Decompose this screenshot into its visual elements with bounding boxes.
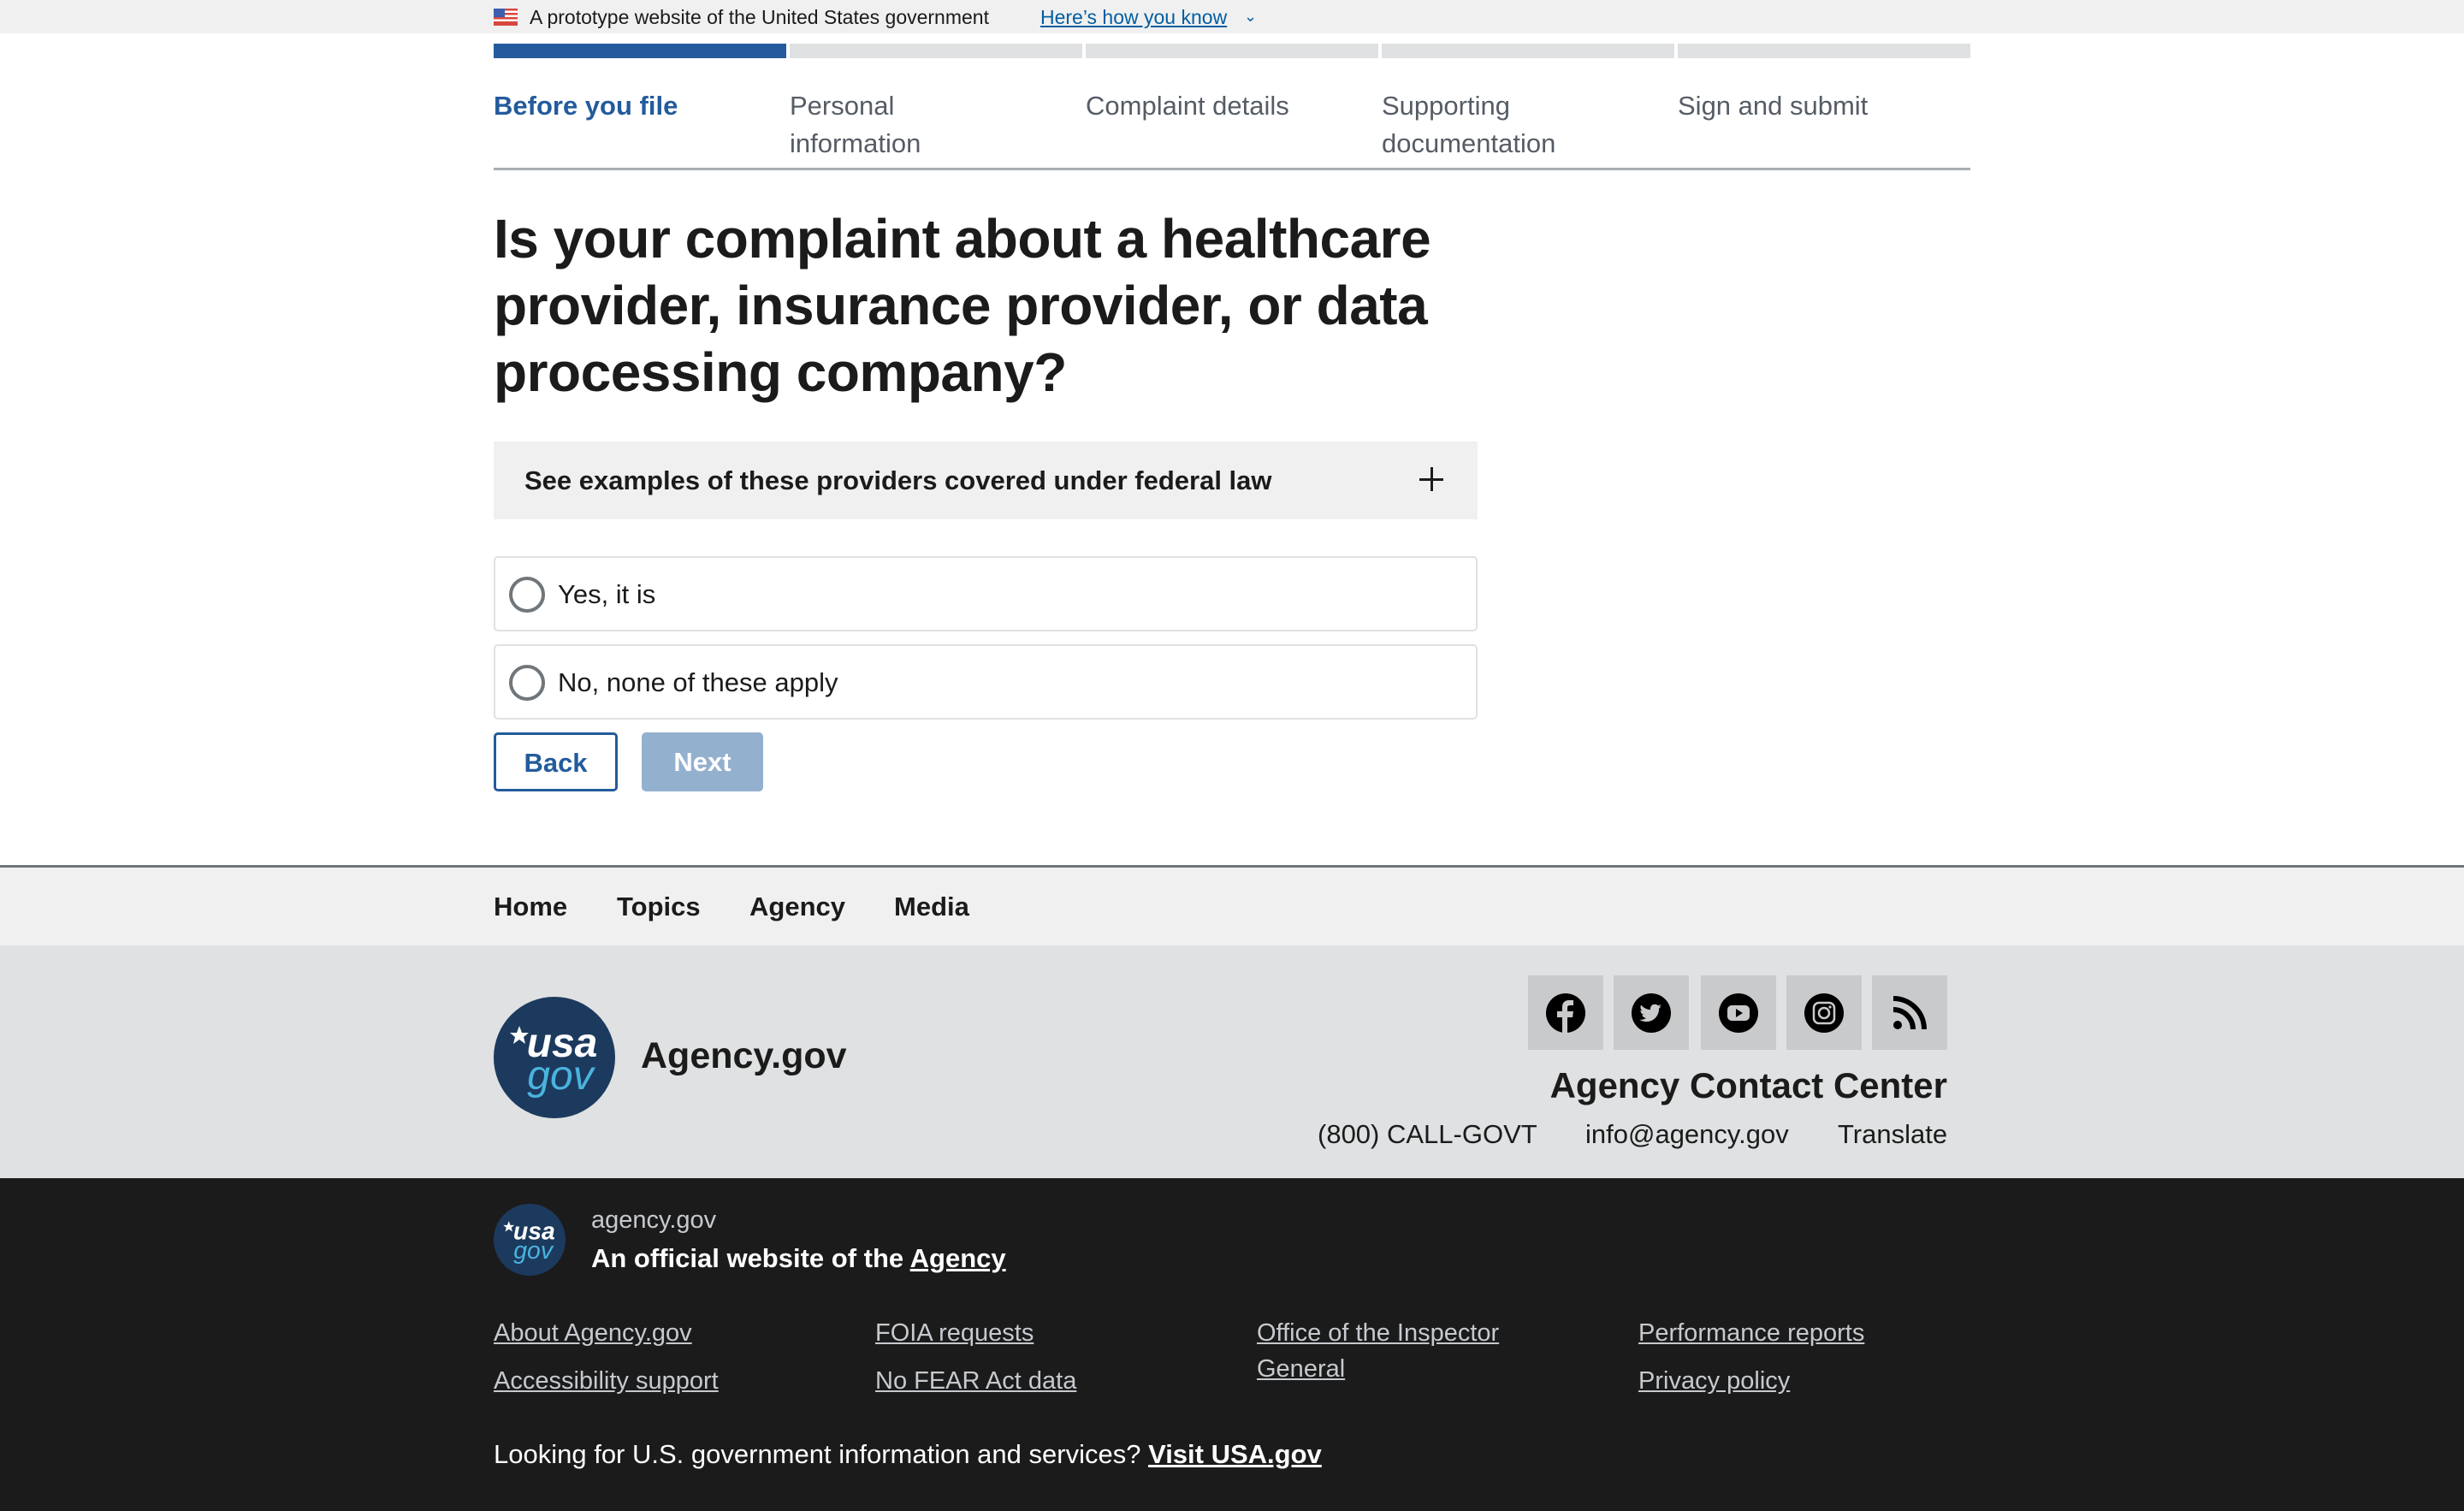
visit-usagov-link[interactable]: Visit USA.gov — [1148, 1439, 1322, 1469]
logo-gov-text: gov — [513, 1237, 554, 1265]
footer-nav-home[interactable]: Home — [494, 892, 567, 922]
youtube-icon — [1719, 993, 1758, 1033]
facebook-icon — [1546, 993, 1585, 1033]
youtube-link[interactable] — [1701, 975, 1776, 1050]
step-sign-and-submit: Sign and submit — [1678, 44, 1970, 125]
step-label: Before you file — [494, 91, 678, 121]
rss-icon — [1892, 996, 1927, 1030]
heres-how-you-know-link[interactable]: Here’s how you know — [1040, 6, 1227, 29]
identifier: usa gov agency.gov An official website o… — [0, 1178, 2464, 1511]
usagov-logo: usa gov — [494, 997, 615, 1118]
accordion-label: See examples of these providers covered … — [524, 465, 1272, 495]
twitter-link[interactable] — [1614, 975, 1689, 1050]
page-title: Is your complaint about a healthcare pro… — [494, 208, 1431, 403]
us-flag-icon — [494, 9, 518, 26]
identifier-link-no-fear[interactable]: No FEAR Act data — [875, 1363, 1076, 1399]
twitter-icon — [1632, 993, 1671, 1033]
step-segment — [1678, 44, 1970, 58]
identifier-official: An official website of the Agency — [591, 1243, 1006, 1274]
back-button[interactable]: Back — [494, 732, 618, 791]
step-segment — [1382, 44, 1674, 58]
agency-name: Agency.gov — [641, 1035, 847, 1076]
gov-banner-text: A prototype website of the United States… — [530, 6, 989, 28]
rss-link[interactable] — [1872, 975, 1947, 1050]
step-indicator: Before you file Personal information Com… — [494, 44, 1970, 170]
identifier-link-foia[interactable]: FOIA requests — [875, 1315, 1034, 1351]
radio-option-no[interactable]: No, none of these apply — [494, 644, 1478, 720]
step-label: Personal information — [790, 91, 921, 158]
usagov-prefix: Looking for U.S. government information … — [494, 1439, 1141, 1469]
radio-option-yes[interactable]: Yes, it is — [494, 556, 1478, 631]
next-button[interactable]: Next — [642, 732, 763, 791]
identifier-link-accessibility[interactable]: Accessibility support — [494, 1363, 719, 1399]
step-label: Supporting documentation — [1382, 91, 1556, 158]
radio-button[interactable] — [509, 665, 545, 701]
footer-nav-media[interactable]: Media — [894, 892, 969, 922]
instagram-icon — [1804, 993, 1844, 1033]
footer-nav-topics[interactable]: Topics — [617, 892, 701, 922]
identifier-link-about[interactable]: About Agency.gov — [494, 1315, 692, 1351]
chevron-down-icon[interactable]: ⌄ — [1244, 8, 1257, 26]
facebook-link[interactable] — [1528, 975, 1603, 1050]
usagov-line: Looking for U.S. government information … — [494, 1439, 1322, 1470]
step-segment — [790, 44, 1082, 58]
radio-label: Yes, it is — [558, 579, 656, 609]
gov-banner: A prototype website of the United States… — [0, 0, 2464, 33]
official-prefix: An official website of the — [591, 1243, 904, 1273]
radio-button[interactable] — [509, 577, 545, 613]
footer-nav: Home Topics Agency Media — [0, 865, 2464, 945]
step-label: Complaint details — [1086, 91, 1289, 121]
agency-link[interactable]: Agency — [910, 1243, 1006, 1273]
translate-link[interactable]: Translate — [1838, 1119, 1947, 1150]
step-label: Sign and submit — [1678, 91, 1869, 121]
footer-main: usa gov Agency.gov Agency Contact Center… — [0, 945, 2464, 1178]
usagov-logo: usa gov — [494, 1204, 566, 1276]
step-supporting-documentation: Supporting documentation — [1382, 44, 1674, 163]
step-personal-information: Personal information — [790, 44, 1082, 163]
identifier-link-inspector-general[interactable]: Office of the Inspector General — [1257, 1315, 1522, 1387]
identifier-link-privacy[interactable]: Privacy policy — [1638, 1363, 1790, 1399]
step-complaint-details: Complaint details — [1086, 44, 1378, 125]
instagram-link[interactable] — [1786, 975, 1862, 1050]
step-segment — [494, 44, 786, 58]
plus-icon[interactable] — [1419, 462, 1447, 496]
contact-center-title: Agency Contact Center — [1549, 1065, 1947, 1105]
footer-nav-agency[interactable]: Agency — [749, 892, 845, 922]
contact-email[interactable]: info@agency.gov — [1585, 1119, 1789, 1150]
step-segment — [1086, 44, 1378, 58]
contact-phone[interactable]: (800) CALL-GOVT — [1318, 1119, 1537, 1150]
provider-examples-accordion[interactable]: See examples of these providers covered … — [494, 441, 1478, 519]
identifier-domain: agency.gov — [591, 1206, 717, 1234]
logo-gov-text: gov — [527, 1053, 595, 1099]
step-before-you-file: Before you file — [494, 44, 786, 125]
identifier-link-performance[interactable]: Performance reports — [1638, 1315, 1864, 1351]
radio-label: No, none of these apply — [558, 667, 838, 697]
